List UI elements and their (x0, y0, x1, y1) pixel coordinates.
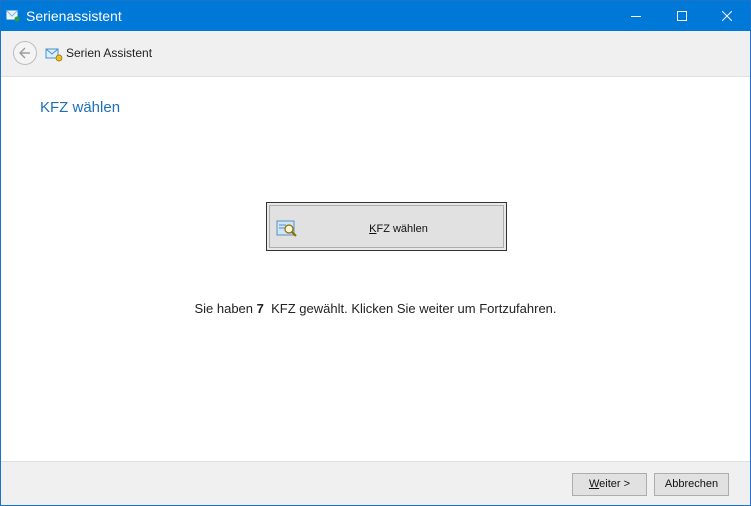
select-vehicle-button-face: KFZ wählen (269, 205, 504, 248)
back-arrow-icon (19, 47, 30, 59)
close-icon (722, 11, 732, 21)
select-vehicle-button[interactable]: KFZ wählen (266, 202, 507, 251)
next-button[interactable]: Weiter > (572, 473, 647, 496)
next-accesskey: W (588, 478, 600, 490)
mail-wizard-icon (45, 45, 63, 63)
page-title: KFZ wählen (40, 99, 121, 116)
minimize-icon (631, 16, 641, 17)
wizard-nav-title: Serien Assistent (66, 46, 153, 60)
maximize-icon (677, 11, 687, 21)
selected-count: 7 (256, 301, 264, 316)
selection-status: Sie haben 7 KFZ gewählt. Klicken Sie wei… (1, 301, 750, 316)
wizard-footer: Weiter > Abbrechen (1, 461, 750, 505)
maximize-button[interactable] (659, 1, 705, 31)
status-suffix: KFZ gewählt. Klicken Sie weiter um Fortz… (271, 301, 557, 316)
status-prefix: Sie haben (194, 301, 254, 316)
next-label: eiter > (599, 478, 631, 490)
select-vehicle-label: KFZ wählen (270, 223, 503, 235)
wizard-window: Serienassistent Serien Assistent KFZ wäh… (0, 0, 751, 506)
select-vehicle-label-text: FZ wählen (376, 223, 428, 235)
close-button[interactable] (704, 1, 750, 31)
window-title: Serienassistent (26, 8, 122, 24)
minimize-button[interactable] (613, 1, 659, 31)
mail-wizard-icon (6, 8, 20, 22)
title-bar[interactable]: Serienassistent (1, 1, 750, 31)
back-button[interactable] (13, 41, 37, 65)
cancel-button[interactable]: Abbrechen (654, 473, 729, 496)
wizard-content: KFZ wählen KFZ wählen Sie haben 7 KFZ ge… (1, 77, 750, 461)
wizard-nav-bar: Serien Assistent (1, 31, 750, 77)
